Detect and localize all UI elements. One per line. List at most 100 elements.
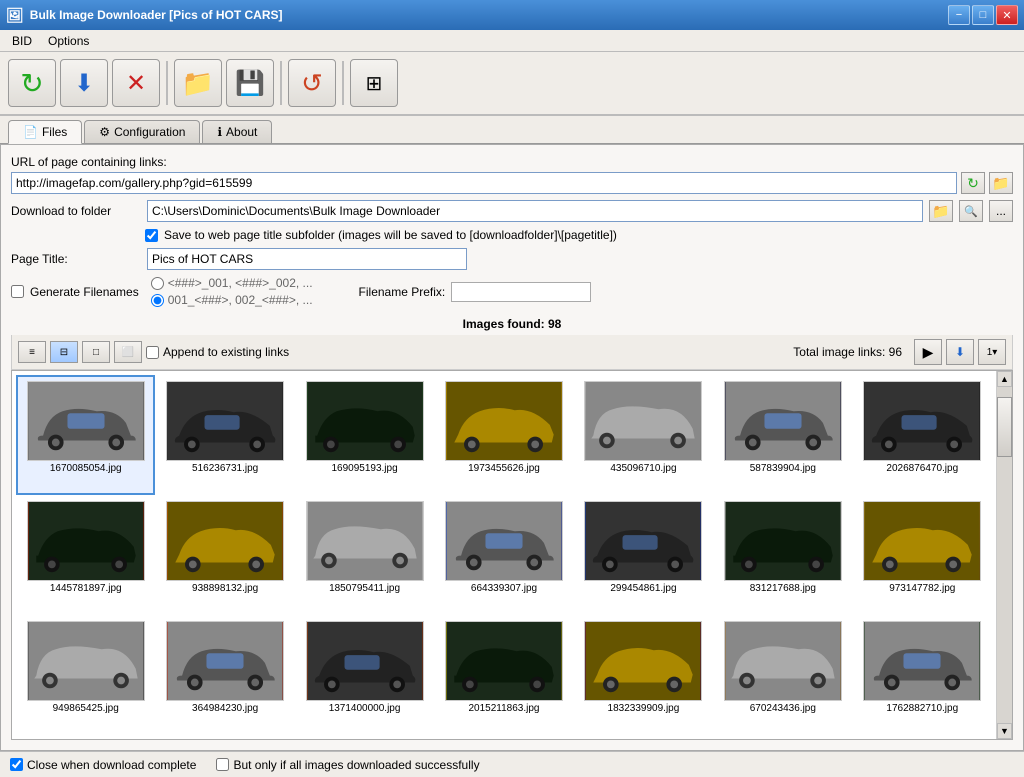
url-input[interactable] — [11, 172, 957, 194]
only-if-all-checkbox[interactable] — [216, 758, 229, 771]
scroll-up[interactable]: ▲ — [997, 371, 1012, 387]
image-filename: 364984230.jpg — [192, 703, 258, 714]
list-item[interactable]: 949865425.jpg — [16, 615, 155, 735]
view-list-button[interactable]: ≡ — [18, 341, 46, 363]
refresh-button[interactable]: ↻ — [8, 59, 56, 107]
bottom-bar: Close when download complete But only if… — [0, 751, 1024, 777]
download-label: Download to folder — [11, 204, 141, 218]
list-item[interactable]: 1762882710.jpg — [853, 615, 992, 735]
list-item[interactable]: 1850795411.jpg — [295, 495, 434, 615]
download-action-button[interactable]: ⬇ — [946, 339, 974, 365]
view-medium-button[interactable]: □ — [82, 341, 110, 363]
url-row: URL of page containing links: ↻ 📁 — [11, 155, 1013, 194]
image-filename: 1371400000.jpg — [329, 703, 401, 714]
image-filename: 1973455626.jpg — [468, 463, 540, 474]
app-icon: 🖼 — [6, 7, 24, 24]
list-item[interactable]: 1670085054.jpg — [16, 375, 155, 495]
download-input[interactable] — [147, 200, 923, 222]
image-filename: 516236731.jpg — [192, 463, 258, 474]
tab-about[interactable]: ℹ About — [202, 120, 272, 143]
image-filename: 169095193.jpg — [331, 463, 397, 474]
image-filename: 1445781897.jpg — [50, 583, 122, 594]
image-filename: 949865425.jpg — [53, 703, 119, 714]
only-if-all-row: But only if all images downloaded succes… — [216, 758, 479, 772]
gen-filenames-checkbox[interactable] — [11, 285, 24, 298]
toolbar-separator — [166, 61, 168, 105]
list-item[interactable]: 435096710.jpg — [574, 375, 713, 495]
folder-action-button[interactable]: 🔍 — [959, 200, 983, 222]
download-button[interactable]: ⬇ — [60, 59, 108, 107]
list-item[interactable]: 1973455626.jpg — [434, 375, 573, 495]
page-title-row: Page Title: — [11, 248, 1013, 270]
folder-more-button[interactable]: ... — [989, 200, 1013, 222]
list-item[interactable]: 973147782.jpg — [853, 495, 992, 615]
window-controls: − □ ✕ — [948, 5, 1018, 25]
list-item[interactable]: 2015211863.jpg — [434, 615, 573, 735]
stop-button[interactable]: ✕ — [112, 59, 160, 107]
list-item[interactable]: 831217688.jpg — [713, 495, 852, 615]
close-button[interactable]: ✕ — [996, 5, 1018, 25]
filename-option2-radio[interactable] — [151, 294, 164, 307]
scroll-down[interactable]: ▼ — [997, 723, 1012, 739]
gen-filenames-label: Generate Filenames — [30, 285, 139, 299]
list-item[interactable]: 169095193.jpg — [295, 375, 434, 495]
toolbar: ↻ ⬇ ✕ 📁 💾 ↺ ⊞ — [0, 52, 1024, 116]
only-if-all-label: But only if all images downloaded succes… — [233, 758, 479, 772]
tab-configuration[interactable]: ⚙ Configuration — [84, 120, 200, 143]
image-filename: 1850795411.jpg — [329, 583, 400, 594]
list-item[interactable]: 2026876470.jpg — [853, 375, 992, 495]
close-complete-row: Close when download complete — [10, 758, 196, 772]
scrollbar[interactable]: ▲ ▼ — [996, 371, 1012, 739]
open-folder-button[interactable]: 📁 — [174, 59, 222, 107]
tab-files[interactable]: 📄 Files — [8, 120, 82, 144]
view-small-button[interactable]: ⊟ — [50, 341, 78, 363]
image-filename: 2026876470.jpg — [886, 463, 958, 474]
image-filename: 1762882710.jpg — [886, 703, 958, 714]
grid-button[interactable]: ⊞ — [350, 59, 398, 107]
list-item[interactable]: 670243436.jpg — [713, 615, 852, 735]
total-links: Total image links: 96 — [793, 345, 902, 359]
list-item[interactable]: 664339307.jpg — [434, 495, 573, 615]
browse-button[interactable]: 📁 — [929, 200, 953, 222]
append-checkbox[interactable] — [146, 346, 159, 359]
maximize-button[interactable]: □ — [972, 5, 994, 25]
play-button[interactable]: ▶ — [914, 339, 942, 365]
filename-option1-radio[interactable] — [151, 277, 164, 290]
save-subfolder-checkbox[interactable] — [145, 229, 158, 242]
list-item[interactable]: 516236731.jpg — [155, 375, 294, 495]
list-item[interactable]: 1832339909.jpg — [574, 615, 713, 735]
files-icon: 📄 — [23, 125, 38, 139]
counter-button: 1▾ — [978, 339, 1006, 365]
grid-controls: ≡ ⊟ □ ⬜ Append to existing links Total i… — [11, 335, 1013, 370]
list-item[interactable]: 299454861.jpg — [574, 495, 713, 615]
image-grid-container: 1670085054.jpg 516236731.jpg 169095193.jpg… — [11, 370, 1013, 740]
title-bar: 🖼 Bulk Image Downloader [Pics of HOT CAR… — [0, 0, 1024, 30]
page-title-input[interactable] — [147, 248, 467, 270]
image-filename: 831217688.jpg — [750, 583, 816, 594]
list-item[interactable]: 1445781897.jpg — [16, 495, 155, 615]
reload-button[interactable]: ↺ — [288, 59, 336, 107]
view-large-button[interactable]: ⬜ — [114, 341, 142, 363]
scroll-track[interactable] — [997, 387, 1012, 723]
menu-options[interactable]: Options — [40, 32, 97, 50]
prefix-input[interactable] — [451, 282, 591, 302]
image-filename: 664339307.jpg — [471, 583, 537, 594]
page-title-label: Page Title: — [11, 252, 141, 266]
list-item[interactable]: 938898132.jpg — [155, 495, 294, 615]
url-refresh-button[interactable]: ↻ — [961, 172, 985, 194]
toolbar-separator3 — [342, 61, 344, 105]
scroll-thumb[interactable] — [997, 397, 1012, 457]
gen-filenames-row: Generate Filenames <###>_001, <###>_002,… — [11, 276, 1013, 307]
filename-option2-label: 001_<###>, 002_<###>, ... — [168, 293, 313, 307]
list-item[interactable]: 587839904.jpg — [713, 375, 852, 495]
image-filename: 973147782.jpg — [889, 583, 955, 594]
list-item[interactable]: 364984230.jpg — [155, 615, 294, 735]
close-complete-label: Close when download complete — [27, 758, 196, 772]
images-found-text: Images found: 98 — [463, 317, 562, 331]
minimize-button[interactable]: − — [948, 5, 970, 25]
url-folder-button[interactable]: 📁 — [989, 172, 1013, 194]
save-button[interactable]: 💾 — [226, 59, 274, 107]
list-item[interactable]: 1371400000.jpg — [295, 615, 434, 735]
menu-bid[interactable]: BID — [4, 32, 40, 50]
close-complete-checkbox[interactable] — [10, 758, 23, 771]
